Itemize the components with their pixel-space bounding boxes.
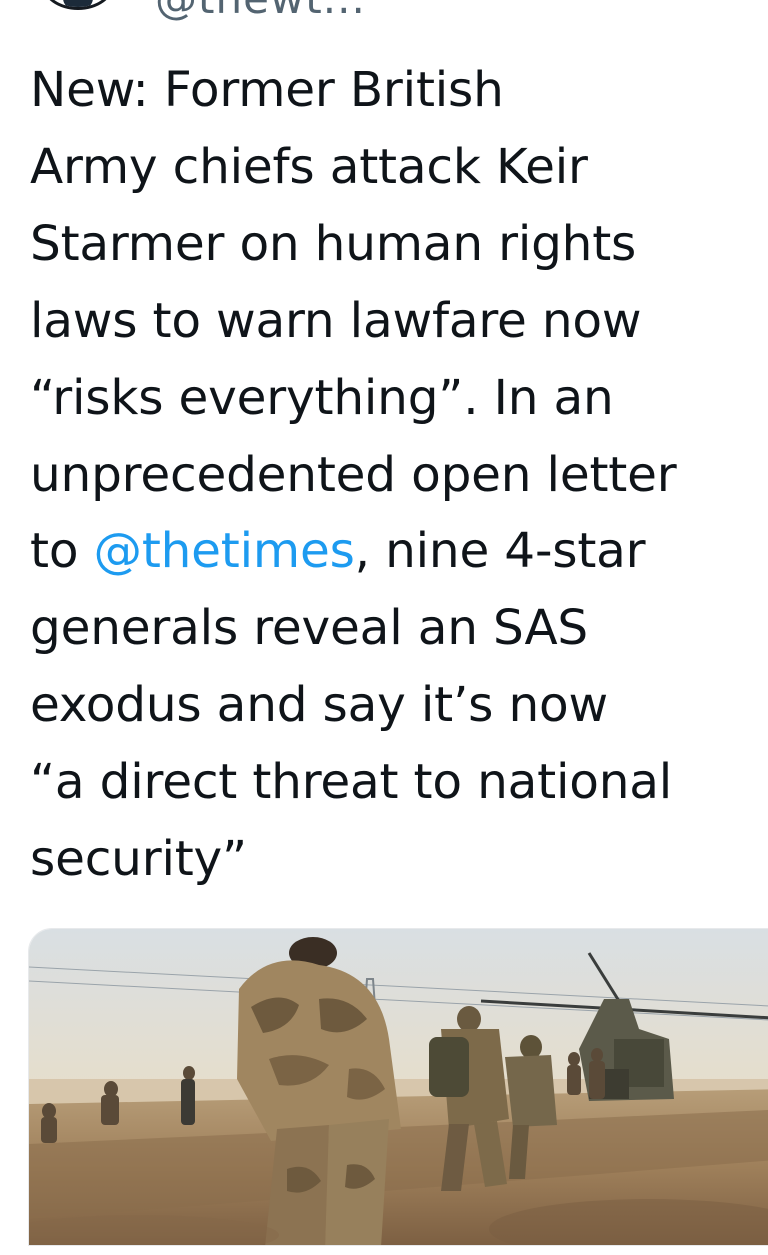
tweet-line: Army chiefs attack Keir — [30, 138, 588, 195]
tweet-line: laws to warn lawfare now — [30, 292, 642, 349]
tweet-line: security” — [30, 831, 247, 888]
tweet-line: “a direct threat to national — [30, 754, 673, 811]
tweet-line: unprecedented open letter — [30, 446, 677, 503]
photo-illustration — [29, 929, 768, 1245]
tweet-line: generals reveal an SAS — [30, 600, 589, 657]
tweet-line: Starmer on human rights — [30, 215, 637, 272]
tweet-text: New: Former British Army chiefs attack K… — [30, 52, 756, 898]
tweet-line-segment: to — [30, 523, 94, 580]
tweet-line-segment: , nine 4-star — [354, 523, 646, 580]
bottom-edge — [0, 1246, 768, 1255]
tweet-line: New: Former British — [30, 62, 504, 118]
tweet-line: exodus and say it’s now — [30, 677, 608, 734]
author-handle[interactable]: @thewt... — [155, 0, 366, 23]
mention-link[interactable]: @thetimes — [94, 523, 355, 579]
tweet-line: “risks everything”. In an — [30, 369, 614, 426]
author-avatar[interactable] — [42, 0, 114, 10]
tweet-media-photo[interactable] — [28, 928, 768, 1246]
tweet-header: @thewt... — [0, 0, 768, 24]
